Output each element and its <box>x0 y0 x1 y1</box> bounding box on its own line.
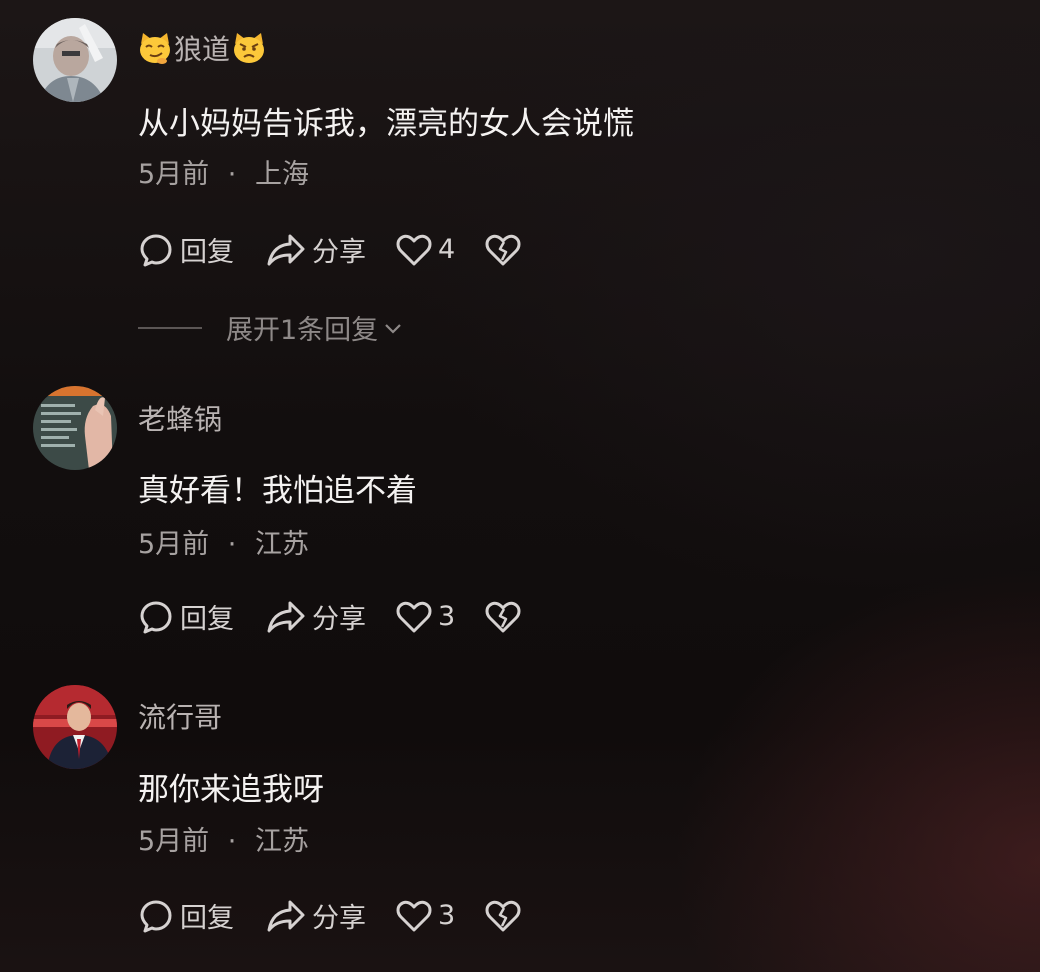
meta-separator: · <box>227 826 237 857</box>
avatar[interactable] <box>33 18 117 102</box>
reply-label: 回复 <box>180 237 234 268</box>
meta-separator: · <box>227 529 237 560</box>
reply-button[interactable]: 回复 <box>138 896 234 935</box>
comment-time: 5月前 <box>138 826 210 857</box>
share-arrow-icon <box>267 900 305 931</box>
dislike-button[interactable] <box>485 600 521 634</box>
like-count: 3 <box>438 900 456 931</box>
comment-meta: 5月前 · 江苏 <box>138 522 309 561</box>
username-text: 老蜂锅 <box>138 403 223 436</box>
share-button[interactable]: 分享 <box>266 230 366 269</box>
username[interactable]: 老蜂锅 <box>138 398 222 438</box>
comment-meta: 5月前 · 江苏 <box>138 819 309 858</box>
share-label: 分享 <box>312 237 366 268</box>
comment-meta: 5月前 · 上海 <box>138 152 309 191</box>
share-arrow-icon <box>267 601 305 632</box>
comment-location: 上海 <box>254 159 309 190</box>
dislike-button[interactable] <box>485 899 521 933</box>
comment-actions: 回复 分享 4 <box>138 230 521 269</box>
reply-label: 回复 <box>180 903 234 934</box>
like-count: 4 <box>438 234 456 265</box>
dislike-button[interactable] <box>485 233 521 267</box>
like-button[interactable]: 3 <box>396 600 455 634</box>
broken-heart-icon <box>485 601 521 632</box>
expand-replies-label: 展开1条回复 <box>226 315 379 346</box>
comment-location: 江苏 <box>254 826 309 857</box>
heart-icon <box>396 234 432 265</box>
avatar[interactable] <box>33 685 117 769</box>
comment-bubble-icon <box>140 234 172 266</box>
comment-time: 5月前 <box>138 529 210 560</box>
reply-label: 回复 <box>180 604 234 635</box>
like-button[interactable]: 4 <box>396 233 455 267</box>
expand-replies-button[interactable]: 展开1条回复 <box>138 308 404 347</box>
broken-heart-icon <box>485 900 521 931</box>
reply-button[interactable]: 回复 <box>138 230 234 269</box>
heart-icon <box>396 601 432 632</box>
reply-button[interactable]: 回复 <box>138 597 234 636</box>
comment-text: 从小妈妈告诉我，漂亮的女人会说慌 <box>138 106 634 142</box>
comment-actions: 回复 分享 3 <box>138 597 521 636</box>
share-arrow-icon <box>267 234 305 265</box>
share-label: 分享 <box>312 604 366 635</box>
comment-time: 5月前 <box>138 159 210 190</box>
share-label: 分享 <box>312 903 366 934</box>
broken-heart-icon <box>485 234 521 265</box>
like-count: 3 <box>438 601 456 632</box>
avatar[interactable] <box>33 386 117 470</box>
share-button[interactable]: 分享 <box>266 896 366 935</box>
meta-separator: · <box>227 159 237 190</box>
comment-bubble-icon <box>140 900 172 932</box>
divider-line <box>138 326 202 329</box>
comment-location: 江苏 <box>254 529 309 560</box>
heart-icon <box>396 900 432 931</box>
like-button[interactable]: 3 <box>396 899 455 933</box>
pouting-cat-icon <box>232 31 266 65</box>
share-button[interactable]: 分享 <box>266 597 366 636</box>
comment-bubble-icon <box>140 601 172 633</box>
comment-text: 真好看！我怕追不着 <box>138 473 417 509</box>
comment-text: 那你来追我呀 <box>138 772 324 808</box>
chevron-down-icon <box>385 323 401 334</box>
comment-actions: 回复 分享 3 <box>138 896 521 935</box>
username-text: 流行哥 <box>138 701 223 734</box>
smirk-cat-icon <box>138 31 172 65</box>
username-text: 狼道 <box>174 33 231 66</box>
username[interactable]: 狼道 <box>138 28 266 68</box>
username[interactable]: 流行哥 <box>138 696 222 736</box>
